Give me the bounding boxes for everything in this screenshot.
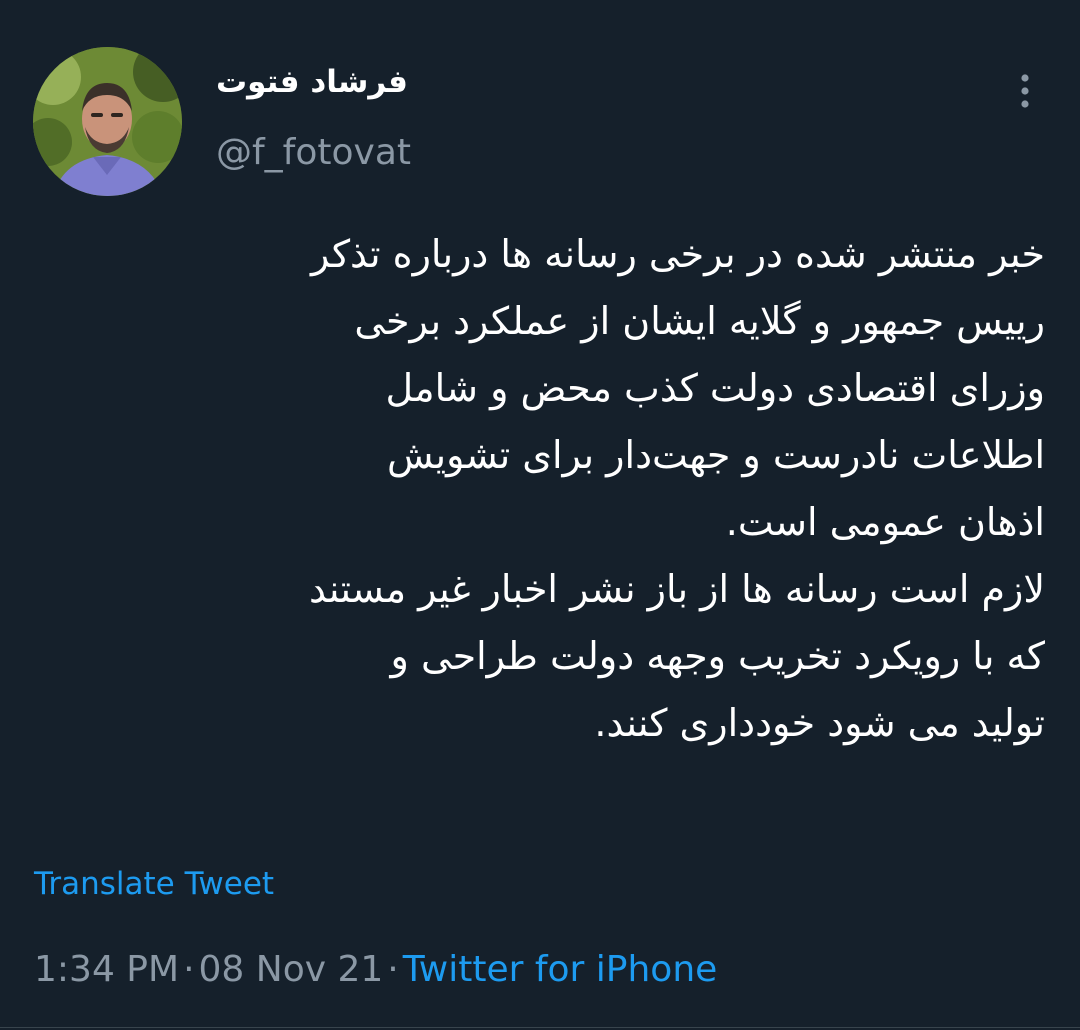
tweet-text-line: که با رویکرد تخریب وجهه دولت طراحی و (390, 634, 1045, 678)
tweet-source-link[interactable]: Twitter for iPhone (403, 949, 718, 990)
avatar[interactable] (33, 47, 182, 196)
divider (0, 1027, 1080, 1028)
tweet-text-line: خبر منتشر شده در برخی رسانه ها درباره تذ… (311, 232, 1045, 276)
tweet-time[interactable]: 1:34 PM (34, 949, 179, 990)
translate-tweet-link[interactable]: Translate Tweet (34, 866, 274, 903)
more-vertical-icon[interactable] (1010, 72, 1040, 112)
tweet-text-line: اطلاعات نادرست و جهت‌دار برای تشویش (387, 433, 1045, 477)
tweet-text-line: رییس جمهور و گلایه ایشان از عملکرد برخی (354, 299, 1045, 343)
tweet-text: خبر منتشر شده در برخی رسانه ها درباره تذ… (60, 221, 1045, 757)
tweet-text-line: وزرای اقتصادی دولت کذب محض و شامل (385, 366, 1045, 410)
author-handle[interactable]: @f_fotovat (216, 131, 411, 174)
author-display-name[interactable]: فرشاد فتوت (216, 64, 408, 101)
tweet-metadata: 1:34 PM · 08 Nov 21 · Twitter for iPhone (34, 948, 717, 991)
meta-separator: · (387, 949, 399, 990)
tweet-text-line: تولید می شود خودداری کنند. (594, 701, 1045, 745)
tweet-date[interactable]: 08 Nov 21 (199, 949, 384, 990)
tweet-text-line: لازم است رسانه ها از باز نشر اخبار غیر م… (308, 567, 1045, 611)
tweet-text-line: اذهان عمومی است. (725, 500, 1045, 544)
avatar-photo (33, 47, 182, 196)
meta-separator: · (183, 949, 195, 990)
